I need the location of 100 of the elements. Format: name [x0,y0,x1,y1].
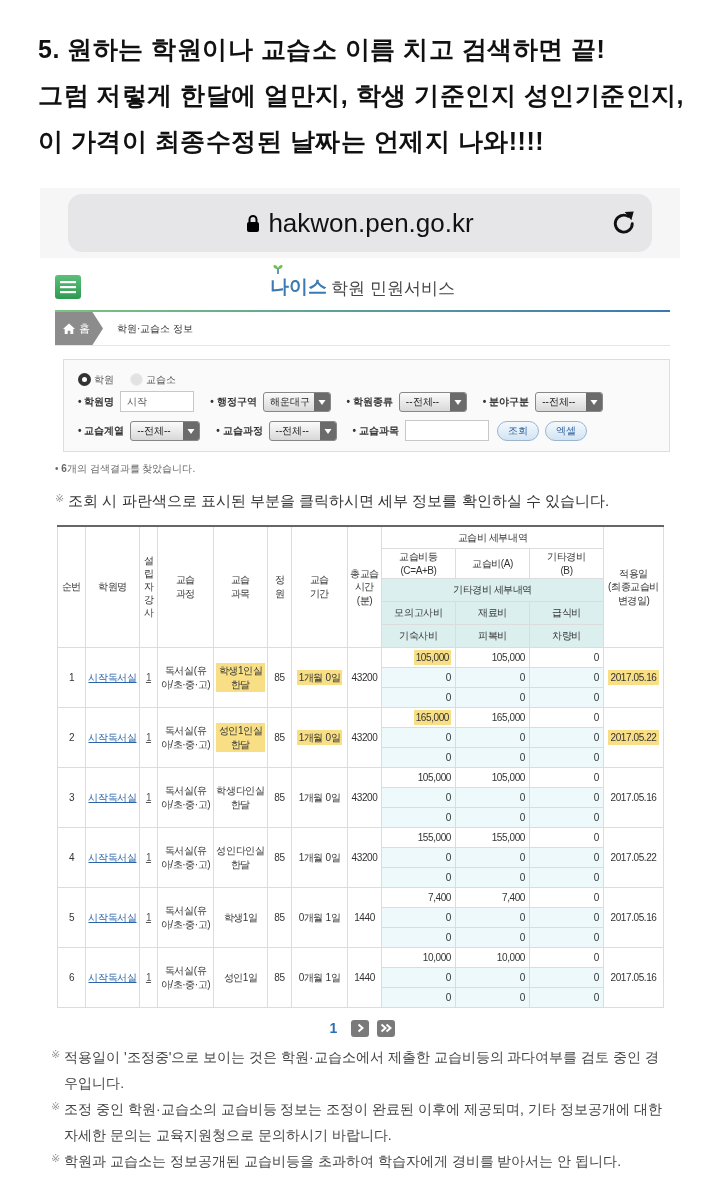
table-cell: 85 [274,790,285,805]
reload-icon[interactable] [612,210,636,236]
search-button[interactable]: 조회 [496,420,539,441]
table-cell: 2017.05.16 [610,970,657,985]
instructor-link[interactable]: 1 [145,731,152,743]
input-field[interactable]: 시작 [120,391,195,412]
home-icon [63,323,75,334]
table-cell: 10,000 [422,950,451,965]
table-cell: 105,000 [491,770,525,785]
academy-link[interactable]: 시작독서실 [88,911,137,923]
double-chevron-right-icon [380,1023,393,1033]
table-cell: 155,000 [417,830,451,845]
field-label: • 교습과정 [216,424,263,438]
table-cell: 독서실(유아/초·중·고) [160,784,211,811]
academy-link[interactable]: 시작독서실 [88,851,137,863]
table-cell: 0 [445,810,451,825]
address-bar[interactable]: hakwon.pen.go.kr [68,194,652,252]
table-cell: 0 [593,850,599,865]
radio-label: 교습소 [146,373,176,387]
chevron-right-icon [356,1023,364,1033]
instructor-link[interactable]: 1 [145,671,152,683]
field-label: • 행정구역 [210,395,257,409]
table-cell: 85 [274,730,285,745]
table-cell: 105,000 [413,649,451,666]
table-cell: 0 [445,850,451,865]
note-text: 조정 중인 학원·교습소의 교습비등 정보는 조정이 완료된 이후에 제공되며, 기타 정보공개에 대한 자세한 문의는 교육지원청으로 문의하시기 바랍니다. [64,1100,663,1145]
caption-text: 5. 원하는 학원이나 교습소 이름 치고 검색하면 끝! 그럼 저렇게 한달에 얼만지, 학생 기준인지 성인기준인지, 이 가격이 최종수정된 날짜는 언제지 나와!!!! [37,34,686,157]
next-page-button[interactable] [351,1019,370,1037]
instructor-link[interactable]: 1 [145,791,152,803]
column-header: 기타경비 세부내역 [381,578,604,602]
table-cell: 0 [445,930,451,945]
field-label: • 교습과목 [352,424,399,438]
table-cell: 0 [445,690,451,705]
table-cell: 독서실(유아/초·중·고) [160,664,211,691]
table-cell: 0 [445,910,451,925]
table-cell: 0 [445,870,451,885]
last-page-button[interactable] [377,1019,396,1037]
select-field[interactable]: --전체-- [398,391,467,412]
field-label: • 학원종류 [346,395,393,409]
export-button[interactable]: 엑셀 [544,420,587,441]
radio-button[interactable] [78,373,91,386]
select-field[interactable]: --전체-- [535,391,604,412]
academy-link[interactable]: 시작독서실 [88,731,137,743]
breadcrumb-text: 학원·교습소 정보 [117,322,194,336]
table-cell: 0 [445,670,451,685]
table-cell: 85 [274,850,285,865]
instructor-link[interactable]: 1 [145,851,152,863]
page-link[interactable]: 1 [329,1017,338,1039]
table-cell: 독서실(유아/초·중·고) [160,964,211,991]
table-cell: 7,400 [427,890,451,905]
table-cell: 0 [593,710,599,725]
select-field[interactable]: 해운대구 [262,391,331,412]
table-cell: 105,000 [417,770,451,785]
column-header: 학원명 [85,525,140,648]
column-header: 정원 [267,525,292,648]
academy-link[interactable]: 시작독서실 [88,671,137,683]
table-cell: 6 [68,970,75,985]
select-field[interactable]: --전체-- [268,420,337,441]
table-cell: 0 [593,990,599,1005]
table-cell: 0 [593,790,599,805]
table-cell: 0 [519,990,525,1005]
table-cell: 독서실(유아/초·중·고) [160,724,211,751]
table-cell: 1개월 0일 [298,790,341,805]
table-cell: 1440 [354,970,375,985]
column-header: 교습비(A) [455,548,530,579]
table-cell: 성인1인실 한달 [216,723,265,752]
table-cell: 1개월 0일 [296,729,343,746]
table-cell: 0 [593,970,599,985]
table-cell: 43200 [351,730,378,745]
table-cell: 0 [593,890,599,905]
input-field[interactable] [404,420,489,441]
table-cell: 43200 [351,670,378,685]
table-cell: 학생다인실 한달 [216,784,265,811]
instructor-link[interactable]: 1 [145,911,152,923]
table-cell: 2017.05.16 [608,669,659,686]
table-cell: 0 [519,730,525,745]
column-header: 교습비 세부내역 [381,525,604,549]
site-title: 학원 민원서비스 [331,277,455,300]
table-cell: 성인1일 [223,970,258,985]
table-cell: 0 [519,750,525,765]
instructor-link[interactable]: 1 [145,971,152,983]
table-cell: 0 [445,750,451,765]
column-header: 교습 과정 [157,525,214,648]
table-cell: 0 [593,770,599,785]
table-cell: 85 [274,670,285,685]
select-field[interactable]: --전체-- [130,420,201,441]
note-text: 학원과 교습소는 정보공개된 교습비등을 초과하여 학습자에게 경비를 받아서는 안 됩니다. [64,1152,622,1171]
field-label: • 분야구분 [482,395,530,409]
sprout-icon [273,263,284,274]
table-cell: 2017.05.22 [610,850,657,865]
table-cell: 4 [68,850,75,865]
url-text: hakwon.pen.go.kr [268,206,474,240]
menu-icon[interactable] [55,275,81,299]
academy-link[interactable]: 시작독서실 [88,971,137,983]
table-cell: 0 [445,990,451,1005]
table-cell: 10,000 [496,950,525,965]
lock-icon [246,214,261,232]
academy-link[interactable]: 시작독서실 [88,791,137,803]
field-label: • 학원명 [78,395,115,409]
table-cell: 3 [68,790,75,805]
